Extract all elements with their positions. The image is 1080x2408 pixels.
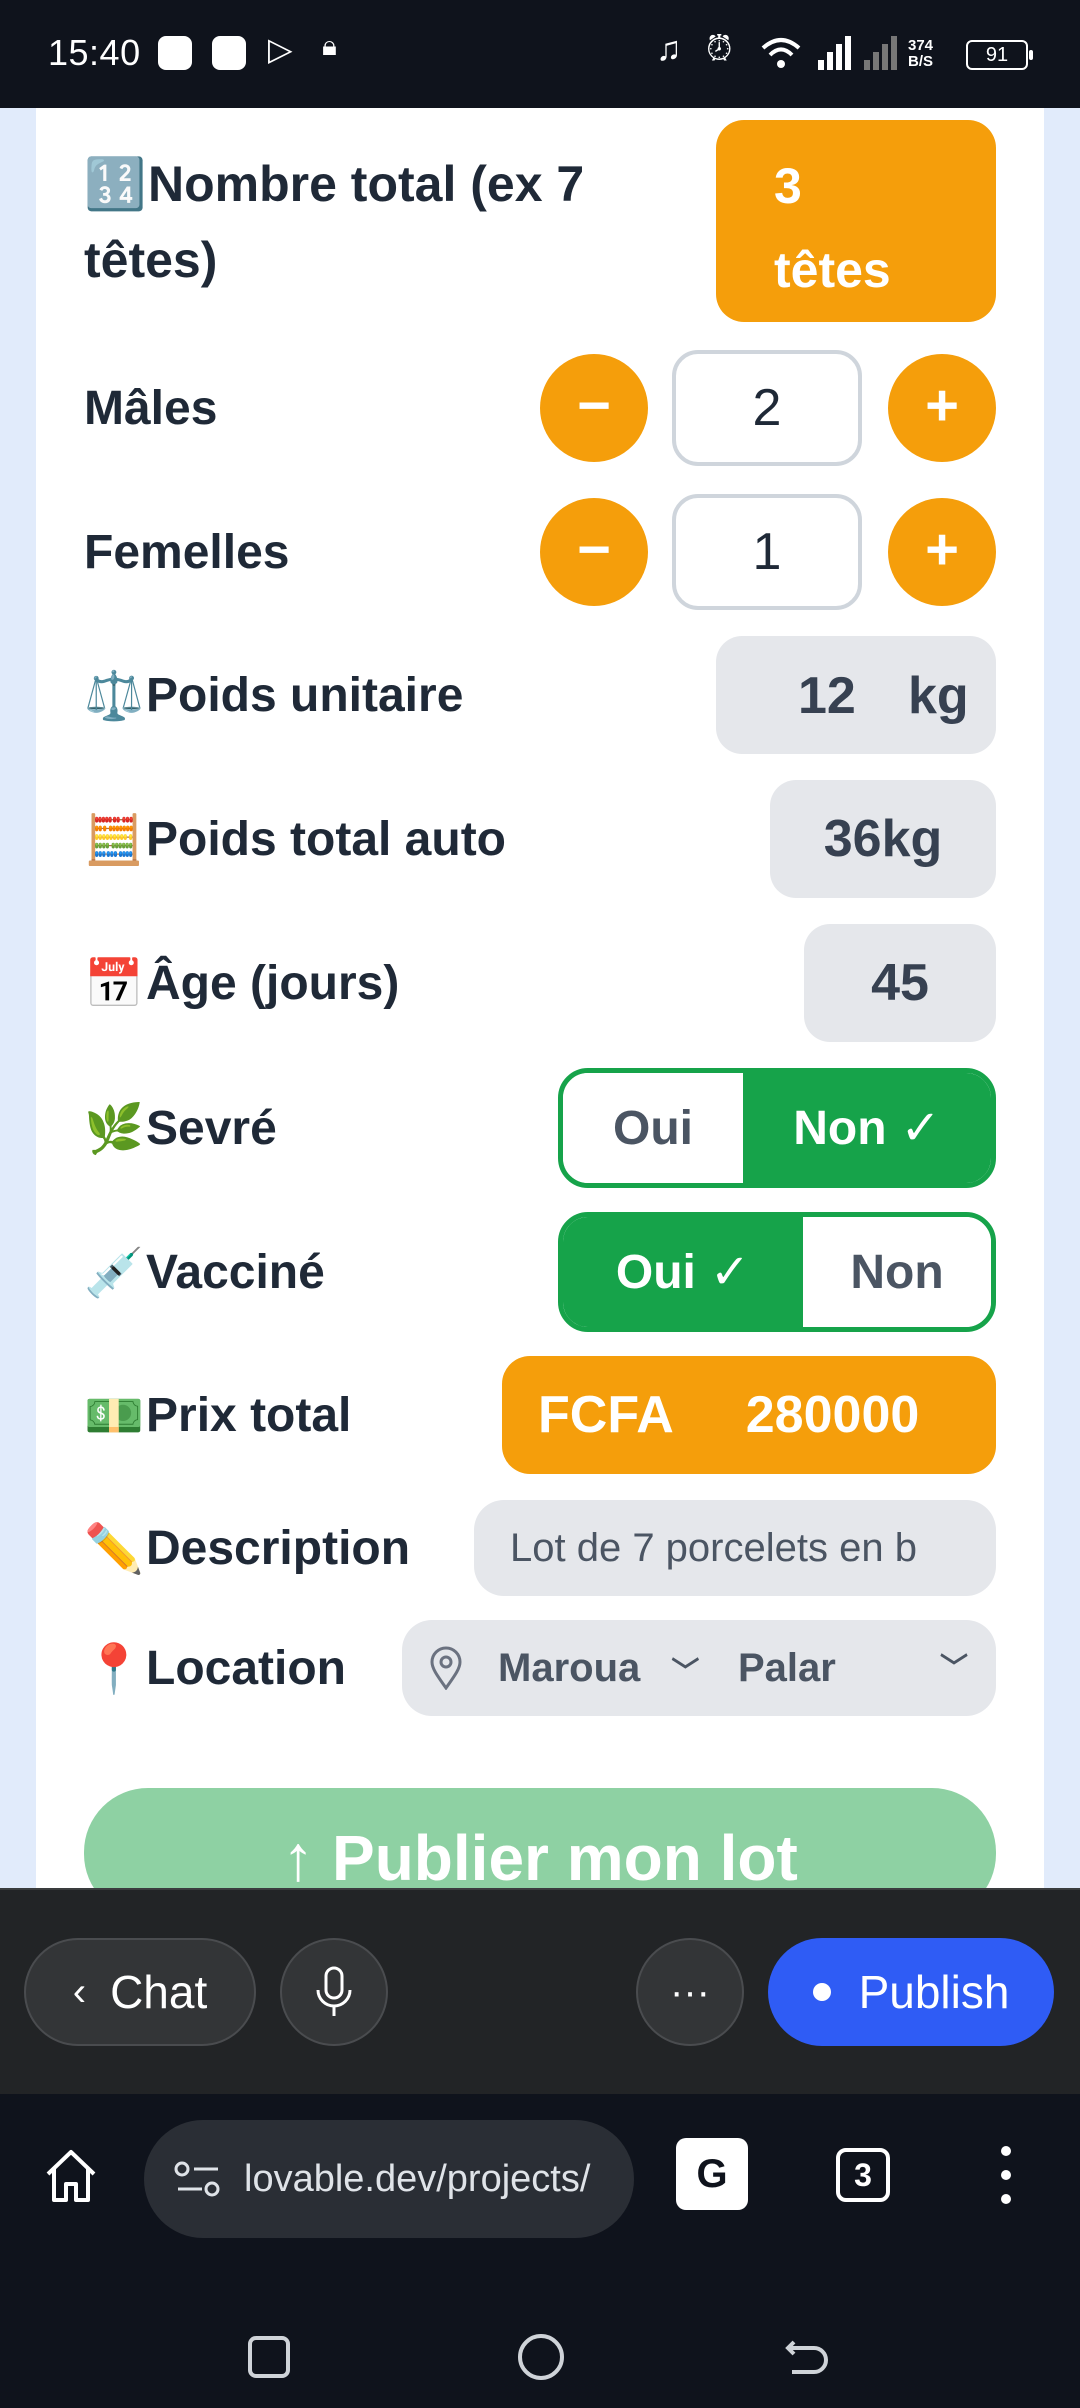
description-input[interactable]: Lot de 7 porcelets en b (474, 1500, 996, 1596)
males-value[interactable]: 2 (672, 350, 862, 466)
wifi-icon (761, 38, 801, 68)
location-selector: Maroua ﹀ Palar ﹀ (402, 1620, 996, 1716)
males-label: Mâles (84, 381, 218, 435)
notification-icon (212, 36, 246, 70)
syringe-icon: 💉 (84, 1246, 144, 1300)
femelles-value[interactable]: 1 (672, 494, 862, 610)
sevre-non-option[interactable]: Non ✓ (743, 1073, 991, 1183)
poids-total-value: 36kg (770, 780, 996, 898)
chevron-down-icon: ﹀ (939, 1652, 968, 1683)
check-icon: ✓ (709, 1246, 751, 1299)
sevre-oui-option[interactable]: Oui (563, 1073, 743, 1183)
microphone-icon (316, 1966, 352, 2016)
site-settings-icon (174, 2161, 220, 2197)
vaccine-toggle: Oui ✓ Non (558, 1212, 996, 1332)
tabs-button[interactable]: 3 (836, 2148, 890, 2202)
scale-icon: ⚖️ (84, 669, 144, 723)
city-select[interactable]: Maroua ﹀ (498, 1620, 699, 1716)
herb-icon: 🌿 (84, 1102, 144, 1156)
prix-value: 280000 (745, 1386, 920, 1444)
signal-icon (818, 36, 897, 70)
map-pin-icon (430, 1646, 462, 1690)
play-store-icon: ▷ (268, 31, 293, 67)
males-increment-button[interactable]: + (888, 354, 996, 462)
check-icon: ✓ (900, 1102, 941, 1155)
ellipsis-icon: ··· (670, 1969, 710, 2014)
femelles-decrement-button[interactable]: − (540, 498, 648, 606)
dot-icon (812, 1983, 831, 2001)
chevron-down-icon: ﹀ (671, 1656, 700, 1687)
status-time: 15:40 (48, 32, 141, 73)
net-speed: 374 B/S (908, 37, 934, 70)
poids-unitaire-value: 12 (798, 667, 856, 725)
males-decrement-button[interactable]: − (540, 354, 648, 462)
home-icon[interactable] (44, 2148, 98, 2204)
pin-icon: 📍 (84, 1642, 144, 1696)
vaccine-oui-option[interactable]: Oui ✓ (563, 1217, 803, 1327)
notification-icon (158, 36, 192, 70)
vaccine-non-option[interactable]: Non (803, 1217, 991, 1327)
age-label: 📅 Âge (jours) (84, 956, 400, 1011)
address-bar[interactable]: lovable.dev/projects/ (144, 2120, 634, 2238)
sevre-label: 🌿 Sevré (84, 1101, 277, 1156)
recents-nav-button[interactable] (248, 2336, 290, 2378)
back-nav-button[interactable] (784, 2334, 830, 2380)
poids-unitaire-input[interactable]: 12 kg (716, 636, 996, 754)
calendar-icon: 📅 (84, 957, 144, 1011)
poids-unitaire-unit: kg (908, 667, 969, 725)
pencil-icon: ✏️ (84, 1522, 144, 1576)
total-label: 🔢Nombre total (ex 7 têtes) (84, 146, 584, 298)
sevre-toggle: Oui Non ✓ (558, 1068, 996, 1188)
lock-icon: 🔒︎ (322, 30, 337, 61)
browser-bar: lovable.dev/projects/ G 3 (0, 2096, 1080, 2408)
money-icon: 💵 (84, 1389, 144, 1443)
translate-icon[interactable]: G (676, 2138, 748, 2210)
age-input[interactable]: 45 (804, 924, 996, 1042)
home-nav-button[interactable] (518, 2334, 564, 2380)
microphone-button[interactable] (280, 1938, 388, 2046)
description-label: ✏️ Description (84, 1521, 411, 1576)
total-count: 3 (774, 158, 802, 214)
headphones-icon: ♫ (656, 30, 682, 68)
more-options-button[interactable]: ··· (636, 1938, 744, 2046)
abacus-icon: 🧮 (84, 813, 144, 867)
poids-unitaire-label: ⚖️ Poids unitaire (84, 668, 464, 723)
area-select[interactable]: Palar ﹀ (738, 1620, 978, 1716)
location-label: 📍 Location (84, 1641, 346, 1696)
total-unit: têtes (774, 242, 891, 298)
alarm-icon: ⏰︎ (706, 30, 733, 68)
chat-button[interactable]: ‹ Chat (24, 1938, 256, 2046)
prix-currency: FCFA (538, 1386, 674, 1444)
publish-button[interactable]: Publish (768, 1938, 1054, 2046)
prix-input[interactable]: FCFA 280000 (502, 1356, 996, 1474)
vaccine-label: 💉 Vacciné (84, 1245, 325, 1300)
prix-label: 💵 Prix total (84, 1388, 352, 1443)
menu-icon[interactable] (996, 2146, 1016, 2206)
total-badge: 3 têtes (716, 120, 996, 322)
femelles-label: Femelles (84, 525, 290, 579)
status-bar: 15:40 ▷ 🔒︎ ♫ ⏰︎ 374 B/S 91 (0, 0, 1080, 108)
numbers-icon: 🔢 (84, 156, 147, 212)
battery-icon: 91 (966, 40, 1033, 70)
femelles-increment-button[interactable]: + (888, 498, 996, 606)
poids-total-label: 🧮 Poids total auto (84, 812, 506, 867)
chevron-left-icon: ‹ (72, 1969, 87, 2014)
editor-toolbar: ‹ Chat ··· Publish (0, 1888, 1080, 2094)
